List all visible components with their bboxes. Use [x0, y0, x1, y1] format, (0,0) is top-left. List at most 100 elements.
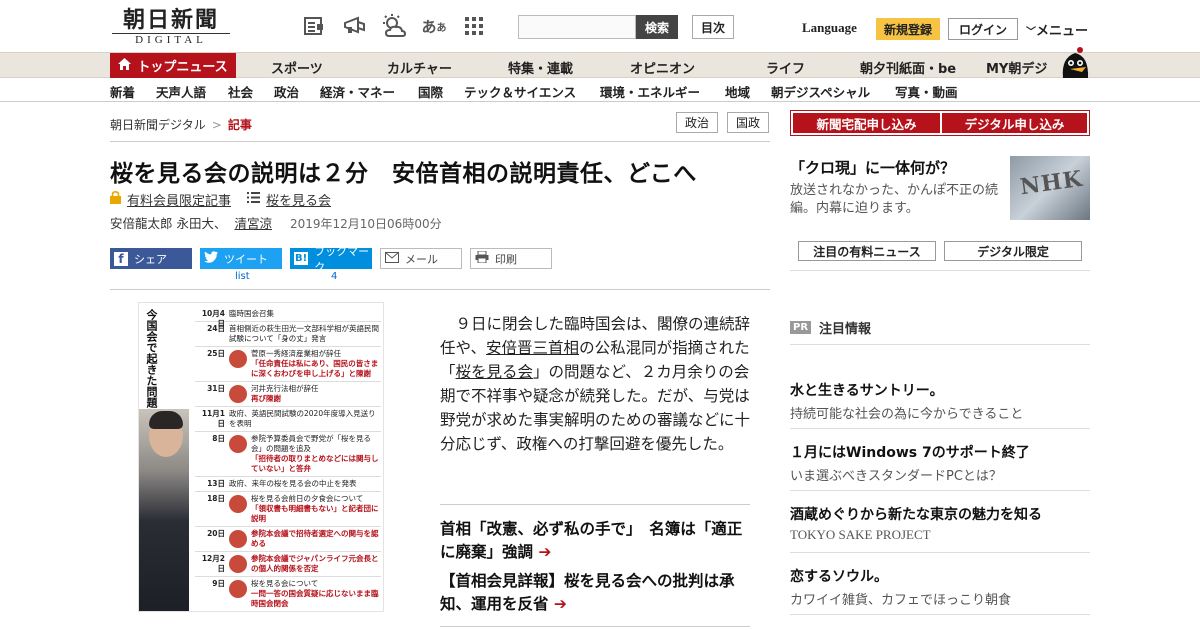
ad-subtitle[interactable]: カワイイ雑貨、カフェでほっこり朝食 — [790, 589, 1011, 608]
tag-politics[interactable]: 政治 — [676, 112, 718, 133]
related-article-1[interactable]: 首相「改憲、必ず私の手で」 名簿は「適正に廃棄」強調 ➔ — [440, 518, 750, 564]
twitter-count[interactable]: list — [235, 271, 250, 282]
timeline-date: 11月1日 — [201, 409, 225, 428]
digital-signup-button[interactable]: デジタル申し込み — [942, 113, 1087, 133]
body-link-pm[interactable]: 安倍晋三首相 — [486, 339, 579, 357]
nav-environment[interactable]: 環境・エネルギー — [600, 82, 700, 101]
printer-icon — [475, 250, 489, 266]
menu-label: メニュー — [1036, 24, 1089, 39]
tab-digital-only[interactable]: デジタル限定 — [944, 241, 1082, 261]
author-link[interactable]: 清宮涼 — [234, 216, 272, 231]
timeline-emphasis: 「任命責任は私にあり、国民の皆さまに深くおわびを申し上げる」と陳謝 — [251, 359, 379, 378]
ad-subtitle[interactable]: TOKYO SAKE PROJECT — [790, 527, 931, 543]
ad-title[interactable]: １月にはWindows 7のサポート終了 — [790, 442, 1030, 462]
ad-subtitle[interactable]: いま選ぶべきスタンダードPCとは？ — [790, 465, 1002, 484]
body-link-sakura[interactable]: 桜を見る会 — [456, 363, 534, 381]
nav-politics[interactable]: 政治 — [274, 82, 299, 101]
timeline-row: 9日 桜を見る会について 一問一答の国会質疑に応じないまま臨時国会閉会 — [195, 577, 381, 611]
nav-tech-science[interactable]: テック＆サイエンス — [464, 82, 576, 101]
search-button[interactable]: 検索 — [636, 15, 678, 39]
print-label: 印刷 — [495, 252, 517, 266]
divider — [110, 141, 770, 142]
facebook-share-button[interactable]: f シェア — [110, 248, 192, 269]
menu-button[interactable]: ﹀メニュー — [1026, 20, 1088, 39]
members-only-link[interactable]: 有料会員限定記事 — [127, 190, 231, 209]
weather-icon[interactable] — [380, 12, 408, 40]
login-button[interactable]: ログイン — [948, 18, 1018, 40]
toc-button[interactable]: 目次 — [692, 15, 734, 39]
tool-icons: ああ — [300, 12, 488, 40]
grid-menu-icon[interactable] — [460, 12, 488, 40]
hatena-bookmark-button[interactable]: B! ブックマーク — [290, 245, 372, 274]
timeline-text: 桜を見る会前日の夕食会について — [251, 494, 364, 503]
nav-features[interactable]: 特集・連載 — [508, 58, 573, 77]
nav-sports[interactable]: スポーツ — [271, 58, 323, 77]
nav-culture[interactable]: カルチャー — [387, 58, 452, 77]
mascot-icon[interactable] — [1058, 44, 1092, 78]
facebook-share-label: シェア — [134, 252, 167, 266]
asahi-logo[interactable]: 朝日新聞 DIGITAL — [112, 8, 230, 46]
ad-title[interactable]: 酒蔵めぐりから新たな東京の魅力を知る — [790, 504, 1042, 524]
timeline-row: 13日 政府、来年の桜を見る会の中止を発表 — [195, 477, 381, 492]
timeline-text: 政府、来年の桜を見る会の中止を発表 — [229, 479, 357, 488]
timeline-date: 20日 — [207, 529, 225, 538]
divider — [110, 289, 770, 290]
nav-my-asadigi[interactable]: MY朝デジ — [986, 58, 1047, 77]
related-article-2[interactable]: 【首相会見詳報】桜を見る会への批判は承知、運用を反省 ➔ — [440, 570, 750, 616]
series-link[interactable]: 桜を見る会 — [266, 190, 331, 209]
logo-text-en: DIGITAL — [112, 33, 230, 47]
pm-face-icon — [229, 435, 247, 453]
divider — [790, 552, 1090, 553]
nav-top-news-label: トップニュース — [137, 60, 228, 75]
timeline-date: 25日 — [207, 349, 225, 358]
nav-international[interactable]: 国際 — [418, 82, 443, 101]
mail-share-button[interactable]: メール — [380, 248, 462, 269]
pm-face-icon — [229, 350, 247, 368]
lock-icon — [110, 190, 121, 208]
timeline-figure[interactable]: 今国会で起きた問題と安倍三首相の対応 10月4日 臨時国会召集 24日 首相側近の萩生… — [138, 302, 384, 612]
nav-life[interactable]: ライフ — [766, 58, 805, 77]
breadcrumb-home[interactable]: 朝日新聞デジタル — [110, 118, 206, 132]
megaphone-icon[interactable] — [340, 12, 368, 40]
nav-opinion[interactable]: オピニオン — [630, 58, 695, 77]
ad-title[interactable]: 水と生きるサントリー。 — [790, 380, 944, 400]
promo-image[interactable]: NHK — [1010, 156, 1090, 220]
ad-title[interactable]: 恋するソウル。 — [790, 566, 888, 586]
promo-image-text: NHK — [1018, 165, 1085, 201]
promo-title[interactable]: 「クロ現」に一体何が？ — [790, 157, 955, 178]
nav-region[interactable]: 地域 — [725, 82, 750, 101]
signup-button[interactable]: 新規登録 — [876, 18, 940, 40]
article-meta: 有料会員限定記事 桜を見る会 — [110, 190, 331, 209]
font-size-icon[interactable]: ああ — [420, 12, 448, 40]
logo-text-jp: 朝日新聞 — [122, 7, 219, 33]
print-button[interactable]: 印刷 — [470, 248, 552, 269]
newspaper-delivery-button[interactable]: 新聞宅配申し込み — [793, 113, 940, 133]
tag-national-politics[interactable]: 国政 — [727, 112, 769, 133]
nav-tenseijingo[interactable]: 天声人語 — [156, 82, 206, 101]
figure-timeline: 10月4日 臨時国会召集 24日 首相側近の萩生田光一文部科学相が英語民間試験について… — [195, 307, 381, 611]
timeline-date: 18日 — [207, 494, 225, 503]
newspaper-icon[interactable] — [300, 12, 328, 40]
hatena-count[interactable]: 4 — [331, 271, 337, 282]
timeline-date: 24日 — [207, 324, 225, 333]
breadcrumb: 朝日新聞デジタル > 記事 — [110, 116, 252, 133]
timeline-row: 24日 首相側近の萩生田光一文部科学相が英語民間試験について「身の丈」発言 — [195, 322, 381, 347]
timeline-date: 8日 — [212, 434, 225, 443]
ad-subtitle[interactable]: 持続可能な社会の為に今からできること — [790, 403, 1023, 422]
nav-paper[interactable]: 朝夕刊紙面・be — [860, 58, 956, 77]
timeline-text: 菅原一秀経済産業相が辞任 — [251, 349, 341, 358]
twitter-icon — [204, 251, 218, 266]
nav-new[interactable]: 新着 — [110, 82, 135, 101]
nav-photo-video[interactable]: 写真・動画 — [895, 82, 958, 101]
language-link[interactable]: Language — [802, 20, 857, 36]
nav-top-news[interactable]: トップニュース — [110, 53, 236, 78]
search-input[interactable] — [518, 15, 636, 39]
tab-paid-news[interactable]: 注目の有料ニュース — [798, 241, 936, 261]
timeline-row: 8日 参院予算委員会で野党が「桜を見る会」の問題を追及 「招待者の取りまとめなどには… — [195, 432, 381, 477]
nav-society[interactable]: 社会 — [228, 82, 253, 101]
pm-face-icon — [229, 580, 247, 598]
nav-economy[interactable]: 経済・マネー — [320, 82, 395, 101]
twitter-share-label: ツイート — [224, 252, 268, 266]
nav-special[interactable]: 朝デジスペシャル — [771, 82, 870, 101]
twitter-share-button[interactable]: ツイート — [200, 248, 282, 269]
